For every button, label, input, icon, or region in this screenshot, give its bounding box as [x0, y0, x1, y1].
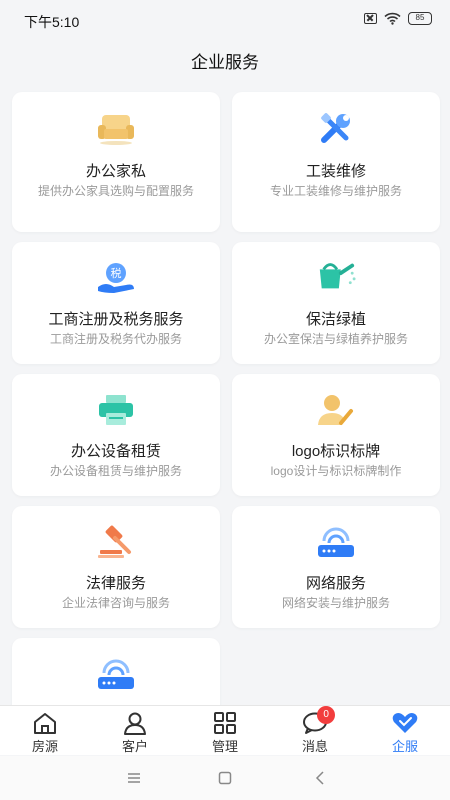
service-card-legal[interactable]: 法律服务 企业法律咨询与服务 [12, 506, 220, 628]
svg-text:税: 税 [111, 266, 122, 280]
tab-messages[interactable]: 0 消息 [270, 706, 360, 755]
bottom-tab-bar: 房源 客户 管理 0 消息 企服 [0, 705, 450, 755]
sofa-icon [96, 108, 136, 148]
card-title: 保洁绿植 [305, 311, 366, 328]
page-title: 企业服务 [191, 53, 259, 72]
card-description: 工商注册及税务代办服务 [49, 332, 182, 346]
card-description: logo设计与标识标牌制作 [270, 464, 402, 478]
service-card-network[interactable]: 网络服务 网络安装与维护服务 [232, 506, 440, 628]
tab-label: 消息 [301, 739, 328, 754]
card-description: 企业法律咨询与服务 [61, 596, 170, 610]
system-navigation-bar [0, 756, 450, 800]
user-edit-icon [316, 390, 356, 430]
service-card-partial[interactable] [12, 638, 220, 708]
printer-icon [96, 390, 136, 430]
card-title: 工装维修 [305, 163, 366, 180]
tab-clients[interactable]: 客户 [90, 706, 180, 755]
card-description: 办公室保洁与绿植养护服务 [263, 332, 408, 346]
card-title: 办公设备租赁 [70, 443, 161, 460]
home-button-icon[interactable] [215, 768, 235, 788]
sim-icon [364, 13, 377, 24]
card-title: 网络服务 [305, 575, 366, 592]
tab-label: 客户 [121, 739, 148, 754]
card-title: 法律服务 [85, 575, 146, 592]
tax-icon: 税 [96, 258, 136, 298]
card-description: 提供办公家具选购与配置服务 [37, 184, 194, 198]
grid-icon [211, 710, 239, 736]
tab-label: 企服 [391, 739, 418, 754]
gavel-icon [96, 522, 136, 562]
user-icon [121, 710, 149, 736]
card-title: 办公家私 [85, 163, 146, 180]
tab-label: 管理 [211, 739, 238, 754]
service-card-cleaning-plants[interactable]: 保洁绿植 办公室保洁与绿植养护服务 [232, 242, 440, 364]
back-icon[interactable] [310, 768, 330, 788]
status-icons: 85 [364, 12, 432, 25]
service-card-repair[interactable]: 工装维修 专业工装维修与维护服务 [232, 92, 440, 232]
wifi-icon [384, 12, 401, 25]
tab-listings[interactable]: 房源 [0, 706, 90, 755]
service-card-equipment-rental[interactable]: 办公设备租赁 办公设备租赁与维护服务 [12, 374, 220, 496]
message-badge: 0 [317, 706, 336, 724]
service-card-business-registration[interactable]: 税 工商注册及税务服务 工商注册及税务代办服务 [12, 242, 220, 364]
tab-label: 房源 [31, 739, 58, 754]
card-description: 专业工装维修与维护服务 [269, 184, 402, 198]
card-title: logo标识标牌 [291, 443, 381, 460]
router-icon [316, 522, 356, 562]
battery-indicator: 85 [408, 12, 432, 25]
card-description: 办公设备租赁与维护服务 [49, 464, 182, 478]
status-time: 下午5:10 [24, 14, 80, 30]
tab-enterprise-services[interactable]: 企服 [360, 706, 450, 755]
heart-icon [391, 710, 419, 736]
service-card-logo-signage[interactable]: logo标识标牌 logo设计与标识标牌制作 [232, 374, 440, 496]
card-description: 网络安装与维护服务 [281, 596, 390, 610]
watering-can-icon [316, 256, 356, 296]
router-icon [96, 654, 136, 694]
tab-manage[interactable]: 管理 [180, 706, 270, 755]
home-icon [31, 710, 59, 736]
tools-icon [316, 108, 356, 148]
service-card-office-furniture[interactable]: 办公家私 提供办公家具选购与配置服务 [12, 92, 220, 232]
status-bar: 下午5:10 85 [0, 0, 450, 40]
menu-icon[interactable] [124, 768, 144, 788]
card-title: 工商注册及税务服务 [48, 311, 184, 328]
